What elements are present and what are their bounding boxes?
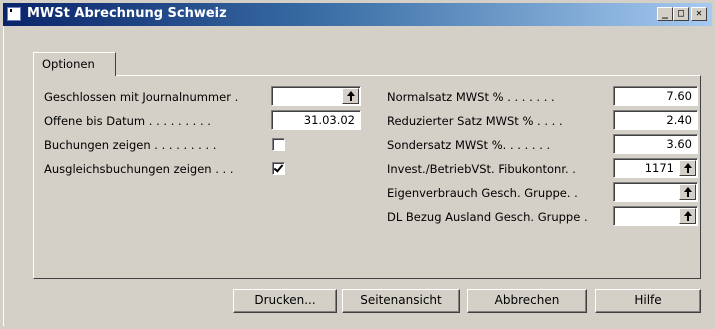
normalsatz-label: Normalsatz MWSt % . . . . . . . (387, 90, 555, 104)
normalsatz-field[interactable]: 7.60 (613, 86, 698, 106)
minimize-button[interactable]: _ (657, 7, 673, 21)
invest-field[interactable]: 1171 (613, 158, 698, 178)
maximize-button[interactable]: □ (673, 7, 689, 21)
tab-optionen[interactable]: Optionen (33, 52, 116, 76)
sondersatz-value: 3.60 (666, 137, 692, 151)
dlbezug-lookup-icon[interactable] (679, 208, 696, 224)
offene-label: Offene bis Datum . . . . . . . . . (44, 114, 211, 128)
reduziert-value: 2.40 (666, 113, 692, 127)
invest-lookup-icon[interactable] (679, 160, 696, 176)
journal-label: Geschlossen mit Journalnummer . (44, 90, 239, 104)
sondersatz-label: Sondersatz MWSt %. . . . . . . (387, 138, 551, 152)
sondersatz-field[interactable]: 3.60 (613, 134, 698, 154)
invest-value: 1171 (644, 161, 674, 175)
offene-value: 31.03.02 (303, 113, 355, 127)
journal-lookup-icon[interactable] (342, 88, 359, 104)
offene-bis-datum-field[interactable]: 31.03.02 (271, 110, 361, 130)
eigenverbrauch-field[interactable] (613, 182, 698, 202)
ausgleich-checkbox[interactable] (272, 162, 285, 175)
normalsatz-value: 7.60 (666, 89, 692, 103)
dlbezug-label: DL Bezug Ausland Gesch. Gruppe . (387, 210, 588, 224)
invest-label: Invest./BetriebVSt. Fibukontonr. . (387, 162, 576, 176)
app-icon (7, 7, 21, 21)
hilfe-button[interactable]: Hilfe (595, 289, 701, 313)
dlbezug-field[interactable] (613, 206, 698, 226)
seitenansicht-button[interactable]: Seitenansicht (342, 289, 460, 313)
close-button[interactable]: ✕ (691, 7, 707, 21)
journal-field[interactable] (271, 86, 361, 106)
buchungen-label: Buchungen zeigen . . . . . . . . . (44, 138, 217, 152)
window-title: MWSt Abrechnung Schweiz (27, 6, 227, 21)
window-titlebar[interactable]: MWSt Abrechnung Schweiz _ □ ✕ (3, 3, 712, 26)
options-panel (33, 75, 701, 279)
eigenverbrauch-label: Eigenverbrauch Gesch. Gruppe. . (387, 186, 578, 200)
drucken-button[interactable]: Drucken... (233, 289, 337, 313)
reduziert-label: Reduzierter Satz MWSt % . . . . (387, 114, 563, 128)
ausgleich-label: Ausgleichsbuchungen zeigen . . . (44, 162, 234, 176)
reduziert-field[interactable]: 2.40 (613, 110, 698, 130)
eigenverbrauch-lookup-icon[interactable] (679, 184, 696, 200)
buchungen-checkbox[interactable] (272, 138, 285, 151)
tab-optionen-label: Optionen (42, 57, 95, 71)
abbrechen-button[interactable]: Abbrechen (467, 289, 587, 313)
